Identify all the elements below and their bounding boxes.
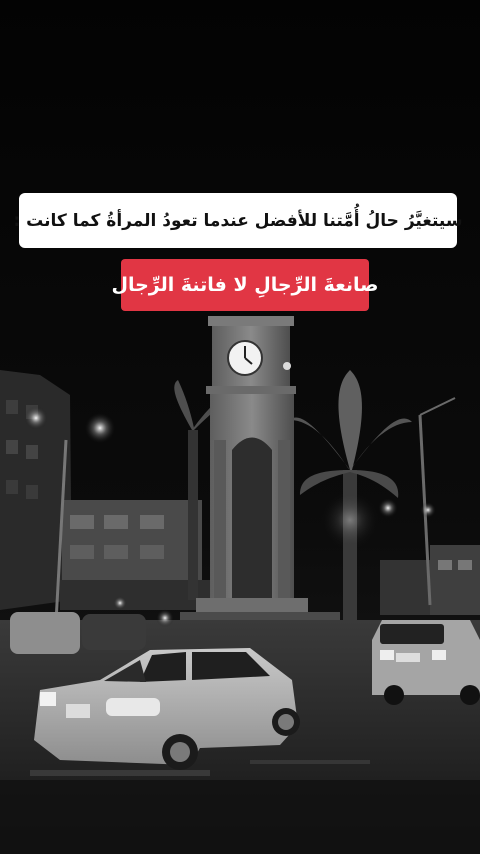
night-street-photo	[0, 0, 480, 854]
caption-box: سيتغيَّرُ حالُ أُمَّتنا للأفضل عندما تعو…	[13, 193, 463, 248]
caption-line-1: سيتغيَّرُ حالُ أُمَّتنا للأفضل عندما تعو…	[13, 210, 463, 231]
highlight-caption-box: صانعةَ الرِّجالِ لا فاتنةَ الرِّجال	[111, 259, 379, 311]
car-icon	[372, 620, 480, 705]
caption-line-2: صانعةَ الرِّجالِ لا فاتنةَ الرِّجال	[111, 274, 379, 296]
